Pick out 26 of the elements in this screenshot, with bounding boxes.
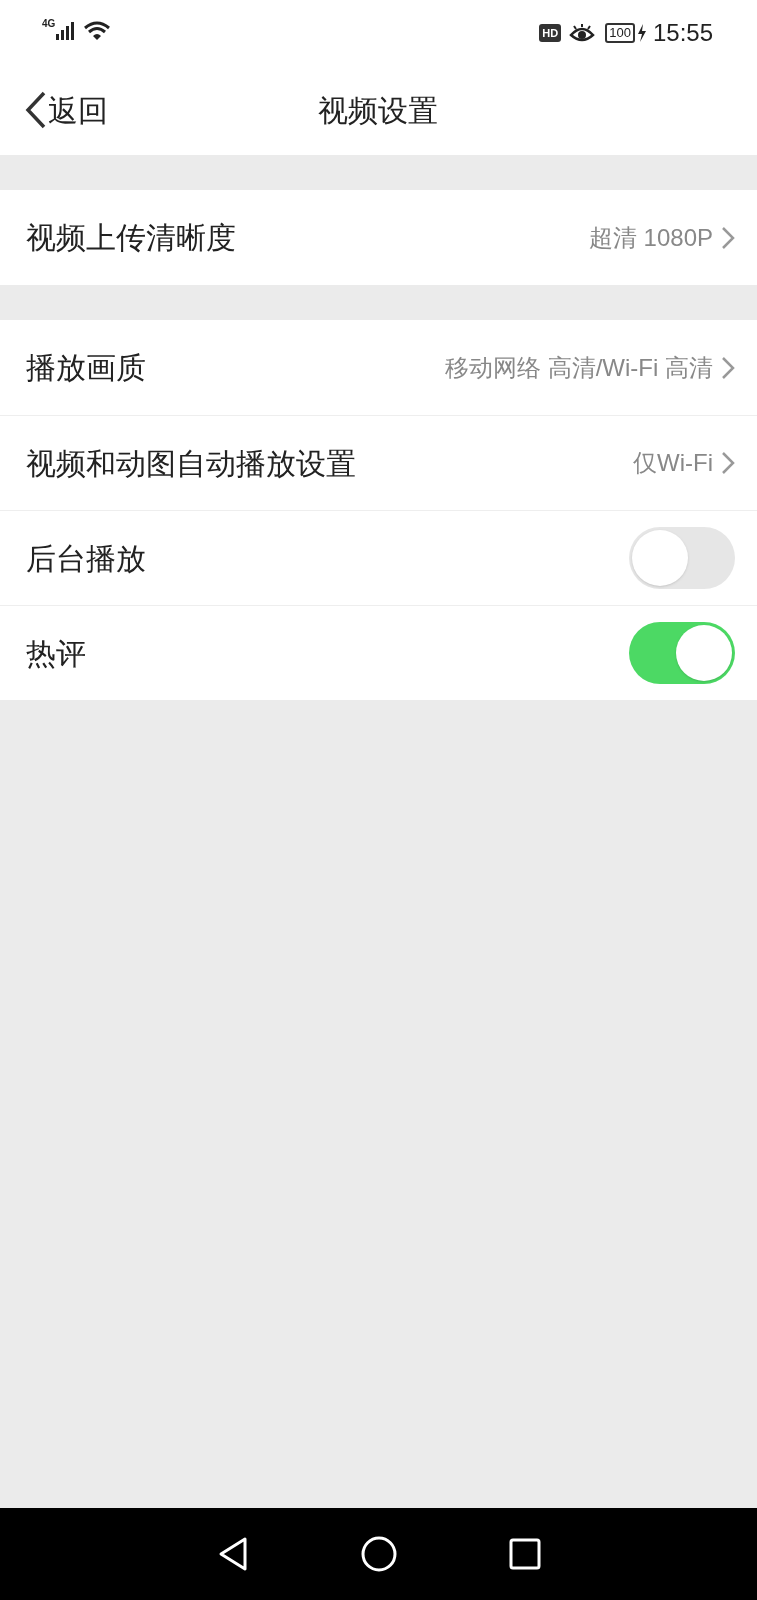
recents-icon[interactable]	[508, 1538, 541, 1570]
chevron-right-icon	[721, 225, 735, 250]
row-value: 超清 1080P	[588, 222, 713, 253]
chevron-right-icon	[721, 451, 735, 475]
hd-badge: HD	[539, 23, 562, 42]
home-icon[interactable]	[360, 1536, 397, 1572]
network-label: 4G	[42, 17, 56, 31]
row-label: 视频上传清晰度	[26, 220, 237, 256]
row-value: 移动网络 高清/Wi-Fi 高清	[445, 352, 713, 383]
eye-icon	[569, 22, 596, 43]
settings-row[interactable]: 视频上传清晰度 超清 1080P	[0, 190, 757, 285]
settings-row[interactable]: 视频和动图自动播放设置 仅Wi-Fi	[0, 415, 757, 510]
back-button[interactable]: 返回	[24, 87, 108, 133]
wifi-icon	[83, 19, 112, 42]
settings-row[interactable]: 播放画质 移动网络 高清/Wi-Fi 高清	[0, 320, 757, 415]
row-label: 播放画质	[26, 350, 147, 386]
row-label: 视频和动图自动播放设置	[26, 445, 357, 482]
time-label: 15:55	[652, 17, 713, 48]
chevron-left-icon	[24, 90, 48, 130]
row-label: 热评	[26, 635, 87, 672]
row-label: 后台播放	[26, 540, 147, 577]
page-title: 视频设置	[317, 92, 439, 129]
charging-icon	[636, 22, 647, 43]
battery-indicator: 100	[605, 22, 635, 43]
chevron-right-icon	[721, 355, 735, 380]
row-value: 仅Wi-Fi	[633, 448, 713, 478]
